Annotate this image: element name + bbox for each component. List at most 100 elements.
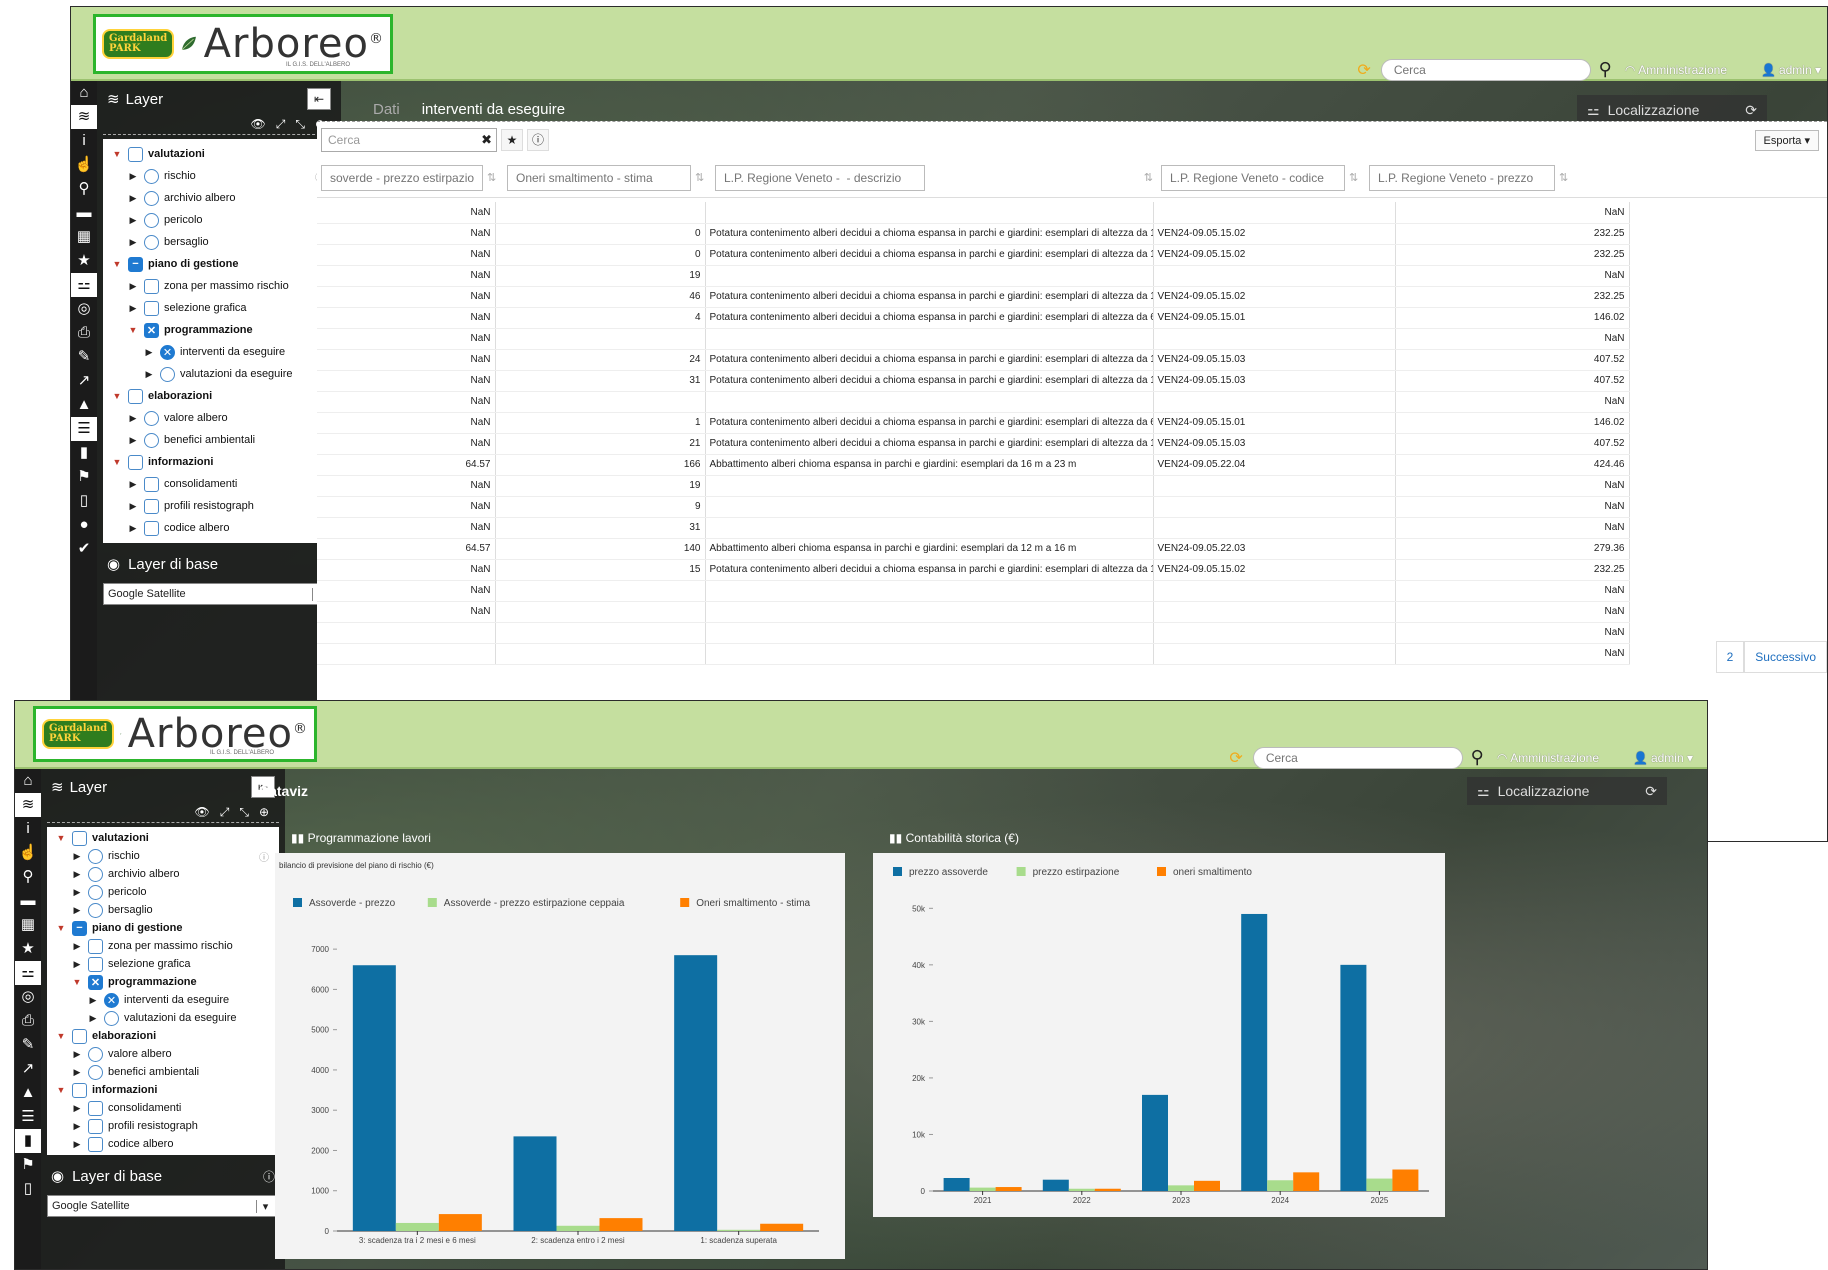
layer-item[interactable]: ▶ selezione grafica xyxy=(47,955,279,973)
caret-right-icon[interactable]: ▶ xyxy=(127,479,139,490)
print-icon[interactable]: ⎙ xyxy=(15,1009,41,1033)
caret-down-icon[interactable]: ▼ xyxy=(55,833,67,843)
layer-item[interactable]: ▼ − piano di gestione xyxy=(103,253,335,275)
layer-checkbox[interactable] xyxy=(88,848,103,864)
layer-item[interactable]: ▼ elaborazioni xyxy=(103,385,335,407)
layer-checkbox[interactable] xyxy=(144,168,159,184)
layer-item[interactable]: ▶ bersaglio xyxy=(103,231,335,253)
ruler-icon[interactable]: ✎ xyxy=(71,345,97,369)
layer-item[interactable]: ▶ valore albero xyxy=(47,1045,279,1063)
layer-checkbox[interactable] xyxy=(88,866,103,882)
zoom-icon[interactable]: ⊕ xyxy=(259,805,269,820)
layer-checkbox[interactable] xyxy=(144,432,159,448)
layer-item[interactable]: ▼ valutazioni xyxy=(103,143,335,165)
favorite-button[interactable]: ★ xyxy=(501,129,523,151)
admin-link[interactable]: ◠ Amministrazione xyxy=(1497,751,1599,765)
global-search[interactable]: ⚲ xyxy=(1252,747,1484,769)
sort-icon[interactable]: ⇅ xyxy=(487,171,496,184)
document-icon[interactable]: ▯ xyxy=(71,489,97,513)
layer-checkbox[interactable] xyxy=(72,830,87,846)
caret-right-icon[interactable]: ▶ xyxy=(71,1121,83,1132)
layer-item[interactable]: ▶ ✕ interventi da eseguire xyxy=(103,341,335,363)
bar-chart-icon[interactable]: ▮ xyxy=(15,1129,41,1153)
layer-checkbox[interactable] xyxy=(144,498,159,514)
caret-down-icon[interactable]: ▼ xyxy=(111,149,123,159)
layer-checkbox[interactable]: ✕ xyxy=(88,974,103,990)
table-row[interactable]: NaN NaN xyxy=(317,601,1630,623)
collapse-icon[interactable]: ⤡ xyxy=(295,117,305,132)
base-layer-select[interactable]: Google Satellite ▾ xyxy=(47,1195,279,1217)
print-icon[interactable]: ⎙ xyxy=(71,321,97,345)
ruler-icon[interactable]: ✎ xyxy=(15,1033,41,1057)
layer-item[interactable]: ▶ zona per massimo rischio xyxy=(103,275,335,297)
collapse-panel-button[interactable]: ⇤ xyxy=(307,88,331,110)
signpost-icon[interactable]: ⚍ xyxy=(15,961,41,985)
document-icon[interactable]: ▯ xyxy=(15,1177,41,1201)
layer-checkbox[interactable] xyxy=(144,212,159,228)
layer-checkbox[interactable]: ✕ xyxy=(160,344,175,360)
user-menu[interactable]: 👤 admin ▾ xyxy=(1761,63,1821,77)
table-row[interactable]: NaN 1 Potatura contenimento alberi decidui… xyxy=(317,412,1630,434)
layer-checkbox[interactable]: ✕ xyxy=(144,322,159,338)
layer-item[interactable]: ▶ benefici ambientali xyxy=(103,429,335,451)
layer-item[interactable]: ▼ ✕ programmazione xyxy=(103,319,335,341)
caret-right-icon[interactable]: ▶ xyxy=(71,941,83,952)
column-filter-input[interactable] xyxy=(1161,164,1345,191)
layer-item[interactable]: ▶rischioⓘ xyxy=(103,165,335,187)
layer-item[interactable]: ▼ valutazioni xyxy=(47,829,279,847)
eye-icon[interactable]: 👁 xyxy=(250,117,265,132)
target-icon[interactable]: ◎ xyxy=(71,297,97,321)
caret-right-icon[interactable]: ▶ xyxy=(71,887,83,898)
caret-right-icon[interactable]: ▶ xyxy=(87,995,99,1006)
eye-icon[interactable]: 👁 xyxy=(194,805,209,820)
layer-checkbox[interactable] xyxy=(72,1028,87,1044)
caret-down-icon[interactable]: ▼ xyxy=(55,1085,67,1095)
layer-checkbox[interactable] xyxy=(88,1046,103,1062)
layer-item[interactable]: ▶ ✕ interventi da eseguire xyxy=(47,991,279,1009)
check-icon[interactable]: ✔ xyxy=(71,537,97,561)
caret-down-icon[interactable]: ▼ xyxy=(111,259,123,269)
layer-item[interactable]: ▼ − piano di gestione xyxy=(47,919,279,937)
caret-right-icon[interactable]: ▶ xyxy=(127,215,139,226)
refresh-icon[interactable]: ⟳ xyxy=(1229,748,1242,768)
layer-checkbox[interactable] xyxy=(88,1136,103,1152)
layer-item[interactable]: ▶rischioⓘ xyxy=(47,847,279,865)
layer-item[interactable]: ▼ informazioni xyxy=(103,451,335,473)
caret-right-icon[interactable]: ▶ xyxy=(127,413,139,424)
layer-item[interactable]: ▼ elaborazioni xyxy=(47,1027,279,1045)
sort-icon[interactable]: ⇅ xyxy=(1144,171,1153,184)
share-icon[interactable]: ↗ xyxy=(71,369,97,393)
caret-right-icon[interactable]: ▶ xyxy=(71,1067,83,1078)
info-icon[interactable]: i xyxy=(15,817,41,841)
layer-checkbox[interactable]: ✕ xyxy=(104,992,119,1008)
caret-right-icon[interactable]: ▶ xyxy=(143,369,155,380)
table-row[interactable]: NaN NaN xyxy=(317,202,1630,224)
caret-right-icon[interactable]: ▶ xyxy=(127,281,139,292)
app-logo[interactable]: Gardaland PARK Arboreo® IL G.I.S. DELL'A… xyxy=(93,14,393,74)
column-filter-input[interactable] xyxy=(715,164,925,191)
table-row[interactable]: NaN 31 NaN xyxy=(317,517,1630,539)
page-2-button[interactable]: 2 xyxy=(1715,641,1745,673)
calculator-icon[interactable]: ▦ xyxy=(15,913,41,937)
search-tool-icon[interactable]: ⚲ xyxy=(71,177,97,201)
target-icon[interactable]: ◎ xyxy=(15,985,41,1009)
caret-right-icon[interactable]: ▶ xyxy=(127,303,139,314)
info-icon[interactable]: i xyxy=(71,129,97,153)
table-row[interactable]: NaN NaN xyxy=(317,391,1630,413)
layer-checkbox[interactable] xyxy=(144,234,159,250)
localizzazione-button[interactable]: ⚍ Localizzazione ⟳ xyxy=(1467,777,1667,805)
table-row[interactable]: NaN xyxy=(317,643,1630,665)
table-row[interactable]: NaN 31 Potatura contenimento alberi decidu… xyxy=(317,370,1630,392)
layer-checkbox[interactable] xyxy=(88,884,103,900)
layer-item[interactable]: ▶ benefici ambientali xyxy=(47,1063,279,1081)
layer-checkbox[interactable] xyxy=(144,278,159,294)
layer-item[interactable]: ▼ ✕ programmazione xyxy=(47,973,279,991)
table-row[interactable]: NaN NaN xyxy=(317,580,1630,602)
layers-icon[interactable]: ≋ xyxy=(15,793,41,817)
star-icon[interactable]: ★ xyxy=(71,249,97,273)
global-search[interactable]: ⚲ xyxy=(1380,59,1612,81)
layer-checkbox[interactable] xyxy=(128,388,143,404)
home-icon[interactable]: ⌂ xyxy=(15,769,41,793)
caret-down-icon[interactable]: ▼ xyxy=(111,457,123,467)
layer-item[interactable]: ▶ profili resistograph xyxy=(103,495,335,517)
